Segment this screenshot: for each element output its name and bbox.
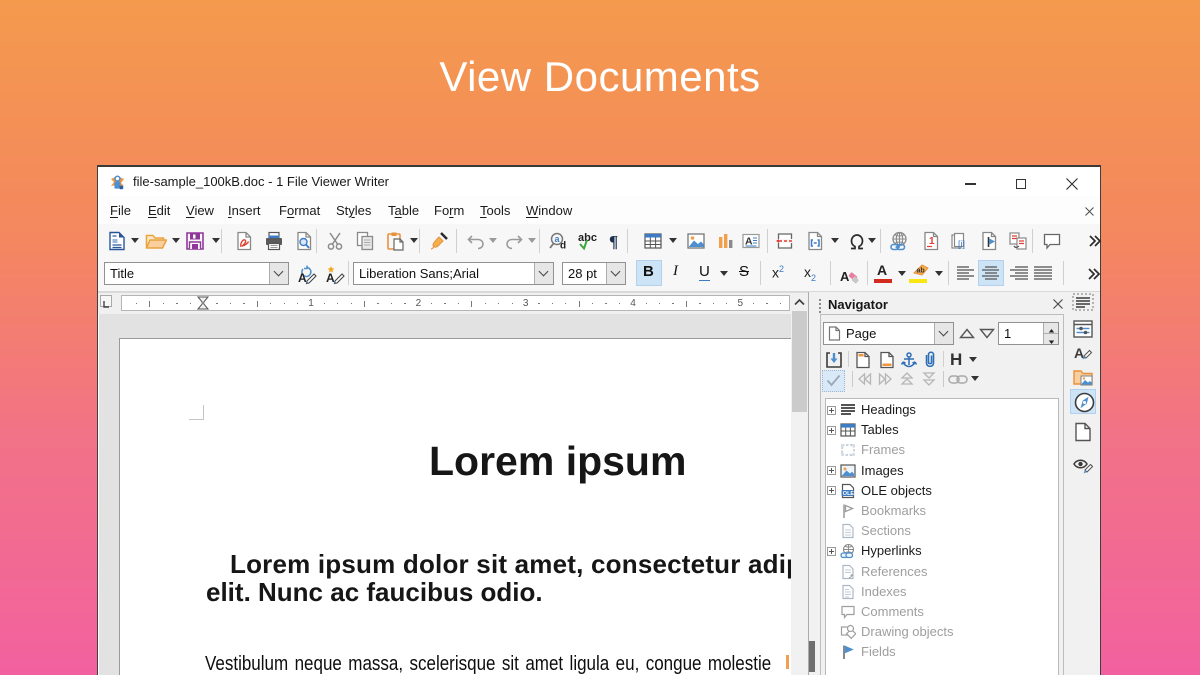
svg-text:[i]: [i] [958,239,965,249]
svg-text:1: 1 [929,236,935,247]
svg-text:d: d [560,241,566,252]
svg-text:A: A [840,269,850,284]
svg-text:¶: ¶ [609,232,618,251]
svg-text:A: A [298,271,307,285]
svg-text:A: A [1074,345,1084,361]
svg-text:ab: ab [917,268,925,275]
svg-text:abc: abc [578,232,597,244]
svg-text:OLE: OLE [843,491,855,497]
svg-text:A: A [326,271,335,285]
